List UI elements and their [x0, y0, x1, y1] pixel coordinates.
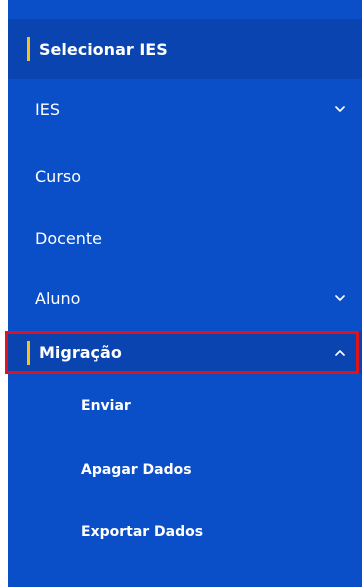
sidebar-item-label: Docente	[35, 228, 103, 248]
sidebar-item-label: Migração	[39, 343, 122, 362]
sidebar-item-label: Curso	[35, 166, 82, 186]
sidebar-item-docente[interactable]: Docente	[8, 208, 362, 268]
select-ies-label: Selecionar IES	[39, 39, 168, 59]
chevron-down-icon	[332, 101, 348, 117]
sidebar-item-aluno[interactable]: Aluno	[8, 268, 362, 328]
active-indicator	[27, 37, 30, 61]
submenu-item-apagar-dados[interactable]: Apagar Dados	[8, 440, 362, 500]
sidebar-menu: Selecionar IES IES Curso Docente Aluno M…	[8, 0, 362, 587]
submenu-item-label: Enviar	[81, 398, 131, 414]
sidebar-item-migracao[interactable]: Migração	[8, 331, 362, 374]
submenu-item-label: Apagar Dados	[81, 462, 192, 478]
chevron-up-icon	[332, 345, 348, 361]
sidebar-item-ies[interactable]: IES	[8, 79, 362, 139]
sidebar-item-curso[interactable]: Curso	[8, 146, 362, 206]
submenu-item-enviar[interactable]: Enviar	[8, 376, 362, 436]
sidebar-item-label: Aluno	[35, 288, 81, 308]
active-indicator	[27, 341, 30, 365]
select-ies-item[interactable]: Selecionar IES	[8, 19, 362, 79]
sidebar-item-label: IES	[35, 99, 60, 119]
submenu-item-exportar-dados[interactable]: Exportar Dados	[8, 502, 362, 562]
chevron-down-icon	[332, 290, 348, 306]
submenu-item-label: Exportar Dados	[81, 524, 204, 540]
